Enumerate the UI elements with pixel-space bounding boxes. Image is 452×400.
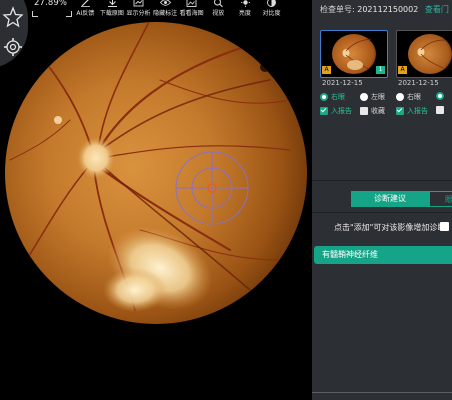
add-diagnosis-hint: 点击"添加"可对该影像增加诊断	[334, 223, 446, 232]
star-icon[interactable]	[2, 6, 24, 28]
download-icon	[107, 0, 117, 7]
exam-number-row: 检查单号: 202112150002 查看门	[320, 4, 449, 15]
tag-right: 1	[376, 66, 385, 74]
favorite-checkbox-2[interactable]	[436, 106, 444, 114]
right-panel: 检查单号: 202112150002 查看门 A 1 2021-12-15 右眼…	[312, 0, 452, 400]
zoom-icon	[213, 0, 223, 7]
tag-left: A	[398, 66, 407, 74]
gear-icon[interactable]	[2, 36, 24, 58]
radio-checked-icon	[320, 93, 328, 101]
image-viewer[interactable]: 27.89% AI反馈 下载原图 显示分析 隐藏标注 看看海图 视放 亮度 对比…	[0, 0, 312, 400]
diagnosis-item[interactable]: 有髓鞘神经纤维	[314, 246, 452, 264]
favorite-checkbox[interactable]: 收藏	[360, 106, 385, 116]
tool-label: 对比度	[262, 10, 281, 17]
contrast-icon	[267, 0, 277, 7]
left-eye-radio[interactable]: 左眼	[360, 92, 385, 102]
include-report-checkbox[interactable]: 入报告	[320, 106, 352, 116]
diagnosis-label: 有髓鞘神经纤维	[322, 250, 378, 259]
divider	[312, 180, 452, 181]
fovea-marker[interactable]	[175, 151, 249, 225]
checkbox-checked-icon	[396, 107, 404, 115]
viewer-toolbar: AI反馈 下载原图 显示分析 隐藏标注 看看海图 视放 亮度 对比度	[72, 0, 285, 22]
favorite-label: 收藏	[371, 107, 385, 115]
left-eye-radio-2[interactable]	[436, 92, 444, 100]
brightness-icon	[240, 0, 250, 7]
exam-label: 检查单号:	[320, 5, 355, 14]
radio-unchecked-icon	[360, 93, 368, 101]
checkbox-unchecked-icon	[436, 106, 444, 114]
eye-icon	[159, 0, 171, 6]
radio-checked-icon	[436, 92, 444, 100]
divider	[312, 212, 452, 213]
tag-left: A	[322, 66, 331, 74]
tab-bar: 诊断建议 眼	[351, 191, 452, 207]
report-label: 入报告	[407, 107, 428, 115]
fundus-image[interactable]	[0, 0, 312, 400]
include-report-checkbox-2[interactable]: 入报告	[396, 106, 428, 116]
right-eye-label: 右眼	[331, 93, 345, 101]
tool-contrast[interactable]: 对比度	[258, 0, 285, 22]
exam-number: 202112150002	[357, 5, 419, 14]
right-eye-radio-2[interactable]: 右眼	[396, 92, 421, 102]
image-icon	[186, 0, 197, 7]
checkbox-checked-icon	[320, 107, 328, 115]
thumbnail-date: 2021-12-15	[398, 79, 439, 87]
checkbox-unchecked-icon	[360, 107, 368, 115]
report-label: 入报告	[331, 107, 352, 115]
analysis-icon	[133, 0, 144, 7]
thumbnail-date: 2021-12-15	[322, 79, 363, 87]
tab-eye[interactable]: 眼	[429, 191, 452, 207]
pen-icon	[81, 0, 90, 7]
add-icon[interactable]	[440, 222, 449, 231]
left-eye-label: 左眼	[371, 93, 385, 101]
divider	[312, 392, 452, 393]
side-tool-panel	[0, 0, 28, 68]
exam-link[interactable]: 查看门	[425, 5, 449, 14]
tab-diagnosis-suggestion[interactable]: 诊断建议	[351, 191, 429, 207]
right-eye-radio[interactable]: 右眼	[320, 92, 345, 102]
radio-unchecked-icon	[396, 93, 404, 101]
right-eye-label: 右眼	[407, 93, 421, 101]
bracket-bottom-left	[32, 11, 38, 17]
zoom-value: 27.89%	[34, 0, 68, 8]
